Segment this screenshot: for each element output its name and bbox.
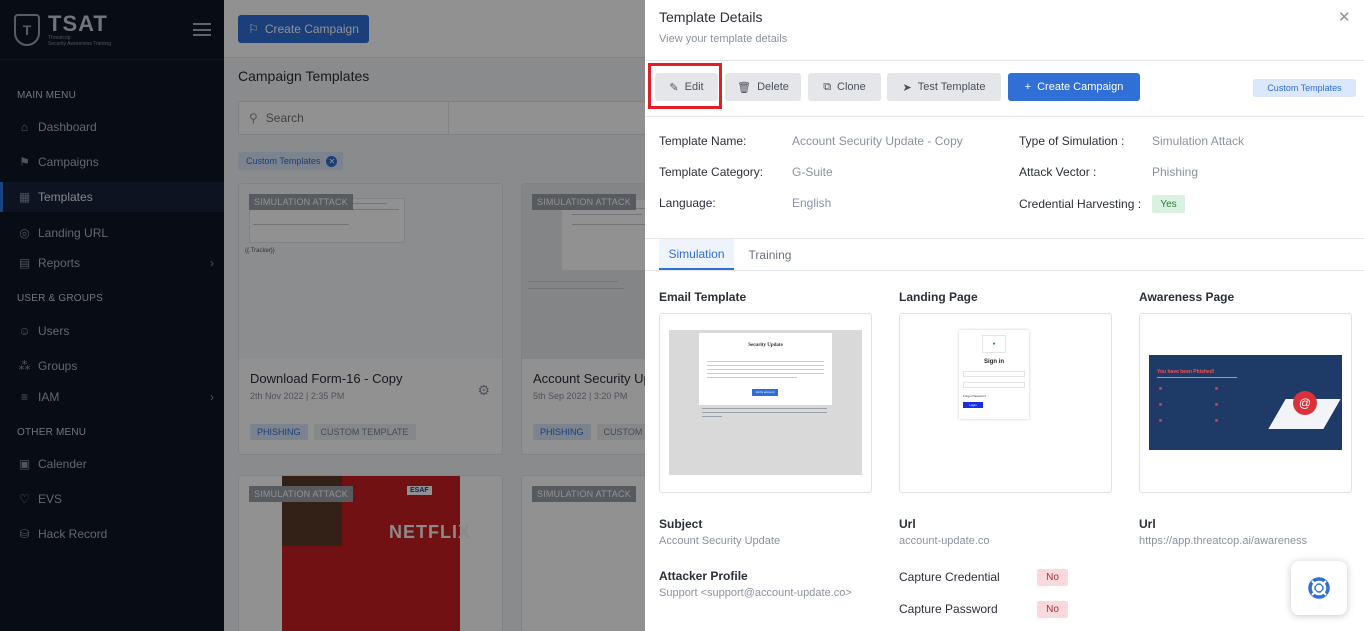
subject-value: Account Security Update [659, 535, 781, 547]
awareness-bullet-icon [1159, 419, 1162, 422]
capture-password-label: Capture Password [899, 602, 998, 616]
custom-templates-tag: Custom Templates [1253, 79, 1356, 97]
awareness-url-label: Url [1139, 517, 1156, 531]
thumb-line [707, 373, 824, 374]
language-label: Language: [659, 196, 716, 210]
email-template-heading: Email Template [659, 290, 747, 304]
attacker-profile-value: Support <support@account-update.co> [659, 587, 852, 599]
email-template-preview[interactable]: Security Update Verify account [659, 313, 872, 493]
awareness-url-value: https://app.threatcop.ai/awareness [1139, 535, 1308, 547]
type-of-simulation-label: Type of Simulation : [1019, 134, 1125, 148]
landing-url-label: Url [899, 517, 916, 531]
thumb-line [702, 408, 827, 409]
capture-credential-label: Capture Credential [899, 570, 1000, 584]
thumb-line [707, 369, 824, 370]
create-campaign-label: Create Campaign [1037, 81, 1124, 93]
thumb-line [702, 412, 827, 413]
divider [645, 116, 1364, 117]
awareness-bullet-icon [1159, 387, 1162, 390]
awareness-bullet-icon [1215, 419, 1218, 422]
template-name-value: Account Security Update - Copy [792, 134, 963, 148]
awareness-bullet-icon [1215, 387, 1218, 390]
landing-preview-field [963, 371, 1025, 377]
landing-preview-field [963, 382, 1025, 388]
email-preview-heading: Security Update [748, 343, 783, 348]
language-value: English [792, 196, 832, 210]
landing-preview-card: ● Sign in Forgot Password Login [959, 330, 1029, 419]
credential-harvesting-label: Credential Harvesting : [1019, 197, 1142, 211]
thumb-line [1157, 377, 1237, 378]
landing-preview-button: Login [963, 402, 983, 408]
landing-page-heading: Landing Page [899, 290, 978, 304]
thumb-line [707, 361, 824, 362]
landing-preview-forgot: Forgot Password [963, 394, 986, 398]
landing-preview-heading: Sign in [984, 359, 1004, 365]
type-of-simulation-value: Simulation Attack [1152, 134, 1245, 148]
attack-vector-value: Phishing [1152, 165, 1199, 179]
modal-backdrop[interactable] [0, 0, 645, 631]
tab-training[interactable]: Training [734, 239, 806, 270]
capture-credential-badge: No [1037, 569, 1068, 586]
thumb-line [707, 365, 824, 366]
delete-button[interactable]: 🗑 Delete [725, 73, 801, 101]
email-preview-card: Security Update Verify account [699, 333, 832, 405]
panel-subtitle: View your template details [659, 33, 788, 45]
help-button[interactable] [1291, 561, 1347, 615]
awareness-preview-bg: You have been Phished! @ [1149, 355, 1342, 450]
edit-highlight-outline [648, 63, 722, 109]
awareness-preview-heading: You have been Phished! [1157, 369, 1215, 375]
capture-password-badge: No [1037, 601, 1068, 618]
send-icon: ➤ [902, 81, 912, 94]
test-template-label: Test Template [917, 81, 986, 93]
landing-url-value: account-update.co [899, 535, 990, 547]
template-details-panel: Template Details View your template deta… [645, 0, 1364, 631]
panel-title: Template Details [659, 9, 763, 25]
attacker-profile-label: Attacker Profile [659, 569, 748, 583]
clone-button[interactable]: ⧉ Clone [808, 73, 881, 101]
plus-icon: + [1024, 81, 1032, 93]
clone-label: Clone [837, 81, 866, 93]
attack-vector-label: Attack Vector : [1019, 165, 1097, 179]
phishing-hook-icon: @ [1293, 391, 1317, 415]
email-preview-button: Verify account [752, 389, 778, 396]
thumb-line [707, 377, 797, 378]
divider [645, 60, 1364, 61]
template-category-label: Template Category: [659, 165, 764, 179]
landing-preview-logo-icon: ● [982, 335, 1006, 353]
create-campaign-button[interactable]: + Create Campaign [1008, 73, 1140, 101]
awareness-bullet-icon [1215, 403, 1218, 406]
divider [645, 270, 1364, 271]
lifebuoy-icon [1308, 577, 1330, 599]
test-template-button[interactable]: ➤ Test Template [887, 73, 1001, 101]
credential-harvesting-badge: Yes [1152, 195, 1185, 213]
subject-label: Subject [659, 517, 703, 531]
landing-page-preview[interactable]: ● Sign in Forgot Password Login [899, 313, 1112, 493]
awareness-page-preview[interactable]: You have been Phished! @ [1139, 313, 1352, 493]
thumb-line [702, 416, 722, 417]
trash-icon: 🗑 [737, 81, 752, 94]
awareness-page-heading: Awareness Page [1139, 290, 1235, 304]
copy-icon: ⧉ [823, 80, 832, 93]
close-icon[interactable]: ✕ [1338, 8, 1351, 26]
delete-label: Delete [757, 81, 789, 93]
awareness-bullet-icon [1159, 403, 1162, 406]
template-name-label: Template Name: [659, 134, 747, 148]
tab-simulation[interactable]: Simulation [659, 239, 734, 270]
template-category-value: G-Suite [792, 165, 833, 179]
